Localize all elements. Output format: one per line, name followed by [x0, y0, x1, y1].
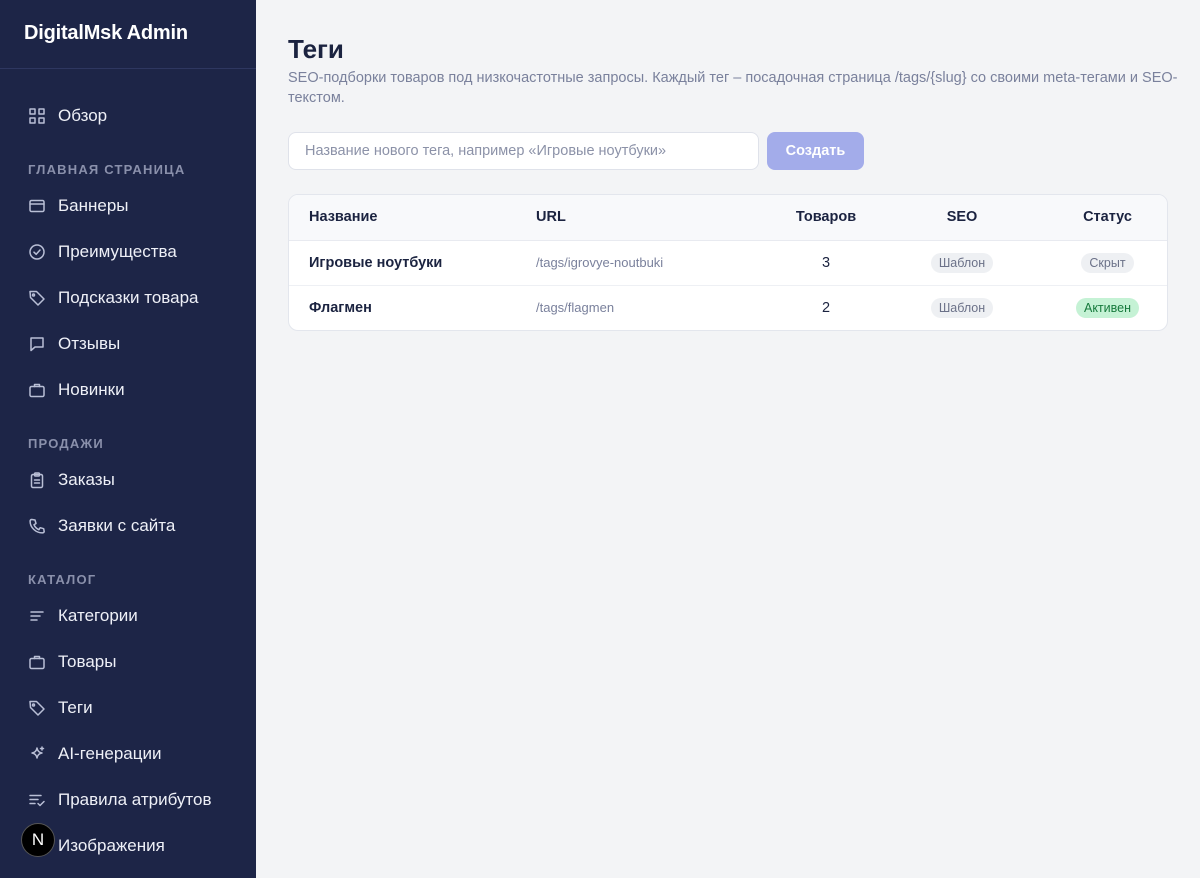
seo-badge: Шаблон — [930, 297, 994, 318]
status-badge: Активен — [1075, 297, 1139, 318]
page-description: SEO-подборки товаров под низкочастотные … — [288, 70, 1178, 106]
section-catalog: КАТАЛОГ — [28, 572, 97, 587]
phone-icon — [28, 517, 46, 535]
sidebar-item-products[interactable]: Товары — [0, 642, 256, 682]
table-header-row: Название URL Товаров SEO Статус — [289, 195, 1167, 241]
tag-icon — [28, 699, 46, 717]
sidebar-item-label: Товары — [58, 652, 117, 671]
tag-url: /tags/igrovye-noutbuki — [536, 255, 664, 270]
sparkle-icon — [28, 745, 46, 763]
column-header-status: Статус — [1048, 195, 1167, 241]
sidebar-item-product-hints[interactable]: Подсказки товара — [0, 278, 256, 318]
table-row[interactable]: Флагмен /tags/flagmen 2 Шаблон Активен — [289, 284, 1167, 330]
sidebar-item-categories[interactable]: Категории — [0, 596, 256, 636]
sidebar-item-overview[interactable]: Обзор — [0, 96, 256, 136]
sidebar-item-label: Баннеры — [58, 196, 129, 215]
sidebar-item-banners[interactable]: Баннеры — [0, 186, 256, 226]
sidebar-item-label: Теги — [58, 698, 93, 717]
column-header-name: Название — [289, 195, 536, 241]
sidebar-item-orders[interactable]: Заказы — [0, 460, 256, 500]
check-circle-icon — [28, 243, 46, 261]
seo-badge: Шаблон — [930, 252, 994, 273]
section-home: ГЛАВНАЯ СТРАНИЦА — [28, 162, 186, 177]
sidebar: DigitalMsk Admin Обзор ГЛАВНАЯ СТРАНИЦА … — [0, 0, 256, 878]
column-header-url: URL — [536, 195, 776, 241]
sidebar-item-new-arrivals[interactable]: Новинки — [0, 370, 256, 410]
tags-table: Название URL Товаров SEO Статус Игровые … — [288, 194, 1168, 331]
column-header-seo: SEO — [876, 195, 1048, 241]
tag-url: /tags/flagmen — [536, 284, 776, 330]
sidebar-item-label: Заказы — [58, 470, 115, 489]
page-title: Теги — [288, 34, 344, 64]
chat-icon — [28, 335, 46, 353]
sidebar-item-label: Правила атрибутов — [58, 790, 212, 809]
sidebar-item-ai-generations[interactable]: AI-генерации — [0, 734, 256, 774]
sidebar-item-label: Подсказки товара — [58, 288, 199, 307]
tag-icon — [28, 289, 46, 307]
status-badge: Скрыт — [1081, 252, 1134, 273]
briefcase-icon — [28, 653, 46, 671]
sidebar-item-label: AI-генерации — [58, 744, 162, 763]
sidebar-item-site-requests[interactable]: Заявки с сайта — [0, 506, 256, 546]
tag-product-count: 3 — [821, 254, 831, 271]
tag-name[interactable]: Флагмен — [289, 284, 536, 330]
sidebar-item-attribute-rules[interactable]: Правила атрибутов — [0, 780, 256, 820]
sidebar-item-label: Преимущества — [58, 242, 177, 261]
sidebar-item-reviews[interactable]: Отзывы — [0, 324, 256, 364]
sidebar-item-label: Новинки — [58, 380, 125, 399]
lines-icon — [28, 607, 46, 625]
sidebar-item-label: Изображения — [58, 836, 165, 855]
tag-name[interactable]: Игровые ноутбуки — [289, 240, 536, 285]
sidebar-item-label: Категории — [58, 606, 138, 625]
main-content: Теги SEO-подборки товаров под низкочасто… — [256, 0, 1200, 878]
sidebar-item-label: Заявки с сайта — [58, 516, 176, 535]
create-button[interactable]: Создать — [767, 132, 864, 170]
card-icon — [28, 197, 46, 215]
section-sales: ПРОДАЖИ — [28, 436, 104, 451]
new-tag-input[interactable] — [288, 132, 759, 170]
column-header-count: Товаров — [776, 195, 876, 241]
sidebar-item-tags[interactable]: Теги — [0, 688, 256, 728]
app-title: DigitalMsk Admin — [0, 0, 256, 69]
briefcase-icon — [28, 381, 46, 399]
tag-product-count: 2 — [776, 284, 876, 330]
clipboard-icon — [28, 471, 46, 489]
nextjs-dev-badge[interactable]: N — [21, 823, 55, 857]
sidebar-item-label: Отзывы — [58, 334, 121, 353]
list-check-icon — [28, 791, 46, 809]
table-row[interactable]: Игровые ноутбуки /tags/igrovye-noutbuki … — [289, 240, 1167, 285]
sidebar-item-label: Обзор — [58, 106, 108, 125]
grid-icon — [28, 107, 46, 125]
sidebar-item-advantages[interactable]: Преимущества — [0, 232, 256, 272]
